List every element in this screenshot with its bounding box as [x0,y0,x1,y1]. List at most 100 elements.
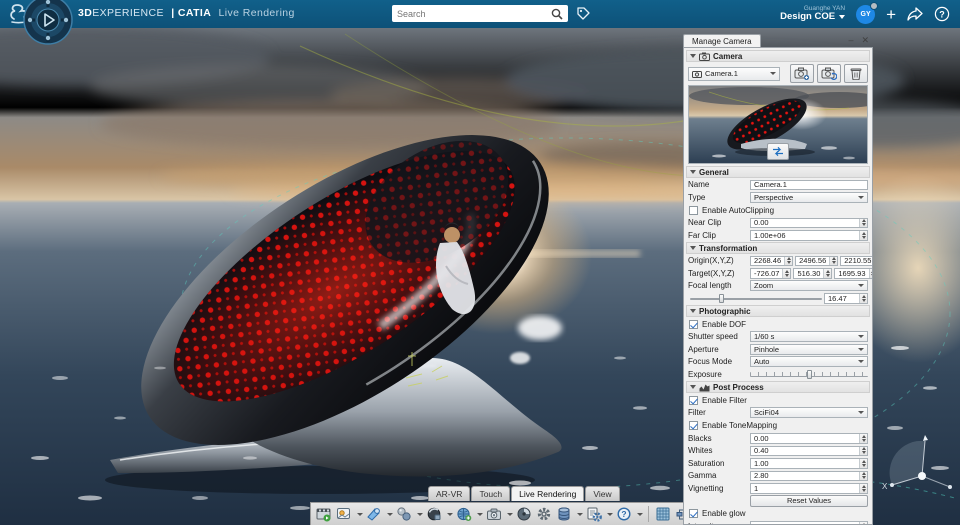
manage-camera-panel: Manage Camera – ✕ Camera Camera.1 Genera… [683,33,873,525]
materials-dropdown-arrow[interactable] [417,512,423,516]
section-post-process[interactable]: Post Process [686,381,870,393]
add-content-icon[interactable]: + [886,6,896,23]
enable-glow-row: Enable glow [689,508,867,519]
origin-z-spinner[interactable]: 2210.55 [840,255,872,266]
aperture-select[interactable]: Pinhole [750,343,868,355]
target-z-spinner[interactable]: 1695.93 [834,268,872,279]
update-camera-button[interactable] [817,64,841,83]
help-circle-icon[interactable]: ? [934,6,950,22]
intensity-row: Intensity 20.00 [688,521,868,524]
reset-values-button[interactable]: Reset Values [750,494,868,507]
panel-body: Camera Camera.1 General Name Camera.1 Ty… [683,47,873,525]
tag-icon[interactable] [576,6,591,21]
batch-render-icon[interactable] [585,505,603,523]
brand-catia: | CATIA [171,7,212,19]
database-dropdown-arrow[interactable] [577,512,583,516]
gamma-spinner[interactable]: 2.80 [750,470,868,481]
shader-ball-icon[interactable] [425,505,443,523]
tab-ar-vr[interactable]: AR-VR [428,486,471,501]
user-menu[interactable]: Guanghe YAN Design COE [780,5,845,23]
help-dropdown-arrow[interactable] [637,512,643,516]
exposure-row: Exposure [688,369,868,381]
texture-mesh-icon[interactable] [654,505,672,523]
enable-glow-checkbox[interactable] [689,509,698,518]
camera-item-icon [692,70,702,78]
search-icon[interactable] [550,7,564,21]
filter-select[interactable]: SciFi04 [750,407,868,419]
section-camera[interactable]: Camera [686,50,870,62]
collapse-arrow-icon [690,246,696,250]
render-movie-icon[interactable] [315,505,333,523]
tab-live-rendering[interactable]: Live Rendering [511,486,585,501]
far-clip-row: Far Clip 1.00e+06 [688,230,868,242]
target-x-spinner[interactable]: -726.07 [750,268,792,279]
section-general[interactable]: General [686,166,870,178]
enable-filter-row: Enable Filter [689,395,867,406]
action-bar: ? [310,502,697,525]
batch-render-dropdown-arrow[interactable] [607,512,613,516]
focus-mode-select[interactable]: Auto [750,356,868,368]
spotlight-dropdown-arrow[interactable] [387,512,393,516]
focal-length-spinner[interactable]: 16.47 [824,293,868,304]
near-clip-spinner[interactable]: 0.00 [750,217,868,228]
camera-dropdown-arrow[interactable] [507,512,513,516]
topbar-right-cluster: Guanghe YAN Design COE GY + ? [780,0,950,28]
search-input[interactable] [392,8,550,19]
origin-x-spinner[interactable]: 2268.46 [750,255,794,266]
add-camera-button[interactable] [790,64,814,83]
origin-y-spinner[interactable]: 2496.56 [795,255,839,266]
section-photographic[interactable]: Photographic [686,305,870,317]
tab-view[interactable]: View [585,486,620,501]
camera-select[interactable]: Camera.1 [688,66,780,81]
focal-length-slider[interactable] [690,293,822,303]
panel-titlebar[interactable]: Manage Camera – ✕ [683,33,873,47]
spotlight-icon[interactable] [365,505,383,523]
vignetting-spinner[interactable]: 1 [750,483,868,494]
environment-dropdown-arrow[interactable] [477,512,483,516]
section-transformation[interactable]: Transformation [686,242,870,254]
materials-icon[interactable] [395,505,413,523]
gamma-row: Gamma 2.80 [688,470,868,482]
saturation-spinner[interactable]: 1.00 [750,458,868,469]
target-y-spinner[interactable]: 516.30 [793,268,833,279]
scene-lighting-icon[interactable] [335,505,353,523]
enable-filter-checkbox[interactable] [689,395,698,405]
camera-type-select[interactable]: Perspective [750,191,868,203]
focal-mode-select[interactable]: Zoom [750,280,868,292]
exposure-slider[interactable] [750,369,868,379]
shutter-speed-select[interactable]: 1/60 s [750,331,868,343]
panel-minimize-button[interactable]: – [848,36,853,45]
3dexperience-compass[interactable] [22,0,74,46]
delete-camera-button[interactable] [844,64,868,83]
autoclipping-checkbox[interactable] [689,205,698,215]
camera-selector-row: Camera.1 [688,64,868,83]
far-clip-spinner[interactable]: 1.00e+06 [750,230,868,241]
help-icon[interactable]: ? [615,505,633,523]
tab-touch[interactable]: Touch [471,486,511,501]
svg-text:?: ? [939,9,945,19]
svg-text:?: ? [621,509,626,519]
whites-spinner[interactable]: 0.40 [750,445,868,456]
shader-ball-dropdown-arrow[interactable] [447,512,453,516]
render-engine-icon[interactable] [515,505,533,523]
chevron-down-icon [858,335,864,339]
near-clip-row: Near Clip 0.00 [688,217,868,229]
intensity-spinner[interactable]: 20.00 [750,521,868,524]
camera-capture-icon[interactable] [485,505,503,523]
database-icon[interactable] [555,505,573,523]
settings-gear-icon[interactable] [535,505,553,523]
scene-lighting-dropdown-arrow[interactable] [357,512,363,516]
environment-add-icon[interactable] [455,505,473,523]
status-badge [870,1,879,10]
camera-name-input[interactable]: Camera.1 [750,179,868,190]
brand-app: Live Rendering [218,7,295,19]
panel-close-button[interactable]: ✕ [861,36,869,45]
enable-tonemapping-checkbox[interactable] [689,421,698,430]
application-window: X AR-VR Touch Live Rendering View ? 3DEX… [0,0,960,525]
avatar[interactable]: GY [856,1,879,24]
share-icon[interactable] [907,7,923,21]
name-row: Name Camera.1 [688,179,868,191]
refresh-preview-button[interactable] [767,143,789,160]
blacks-spinner[interactable]: 0.00 [750,433,868,444]
enable-dof-checkbox[interactable] [689,319,698,329]
